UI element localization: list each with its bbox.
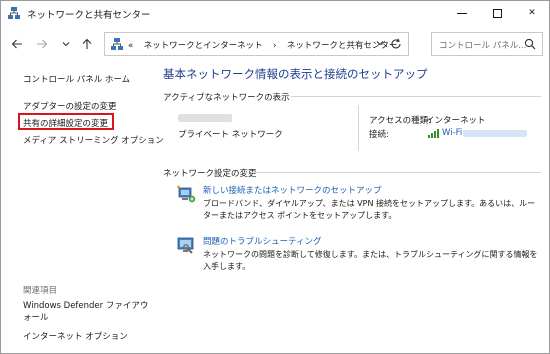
setup-new-connection-link[interactable]: 新しい接続またはネットワークのセットアップ	[203, 184, 382, 196]
minimize-button[interactable]	[445, 1, 479, 25]
section-divider	[251, 172, 541, 173]
title-bar: ネットワークと共有センター ✕	[1, 1, 549, 25]
change-adapter-settings-link[interactable]: アダプターの設定の変更	[23, 100, 117, 112]
breadcrumb-overflow[interactable]: «	[128, 41, 133, 51]
wifi-signal-icon	[428, 129, 439, 138]
network-app-icon	[8, 7, 20, 19]
close-icon: ✕	[528, 8, 536, 18]
navigation-bar: « ネットワークとインターネット › ネットワークと共有センター コントロール …	[1, 27, 549, 61]
troubleshoot-problems-link[interactable]: 問題のトラブルシューティング	[203, 235, 322, 247]
breadcrumb-separator[interactable]: ›	[273, 41, 276, 51]
network-type: プライベート ネットワーク	[178, 130, 283, 140]
network-folder-icon	[111, 38, 123, 50]
back-button[interactable]	[9, 36, 25, 52]
breadcrumb-network-internet[interactable]: ネットワークとインターネット	[144, 41, 263, 51]
highlight-box	[18, 113, 114, 130]
address-bar[interactable]: « ネットワークとインターネット › ネットワークと共有センター	[104, 32, 409, 56]
search-box[interactable]: コントロール パネル...	[431, 32, 543, 56]
vertical-divider	[358, 105, 359, 151]
network-setup-icon	[177, 185, 196, 203]
access-type-value: インターネット	[426, 116, 486, 126]
control-panel-home-link[interactable]: コントロール パネル ホーム	[23, 73, 130, 85]
address-dropdown-icon[interactable]	[376, 39, 384, 47]
close-button[interactable]: ✕	[515, 1, 549, 25]
window-title: ネットワークと共有センター	[27, 10, 151, 21]
up-arrow-icon	[82, 38, 92, 49]
connection-label: 接続:	[369, 130, 389, 140]
forward-button[interactable]	[34, 36, 50, 52]
minimize-icon	[457, 12, 467, 14]
media-streaming-options-link[interactable]: メディア ストリーミング オプション	[23, 134, 164, 146]
connection-link[interactable]: Wi-Fi	[442, 128, 462, 138]
related-heading: 関連項目	[23, 286, 58, 296]
maximize-icon	[492, 8, 502, 18]
ssid-redacted	[463, 130, 527, 137]
active-networks-heading: アクティブなネットワークの表示	[163, 93, 290, 103]
troubleshoot-icon	[177, 237, 194, 254]
section-divider	[291, 96, 541, 97]
search-icon	[524, 38, 536, 50]
search-placeholder: コントロール パネル...	[439, 41, 527, 51]
breadcrumb: « ネットワークとインターネット › ネットワークと共有センター	[128, 39, 397, 51]
refresh-icon[interactable]	[390, 38, 402, 50]
troubleshoot-problems-description: ネットワークの問題を診断して修復します。または、トラブルシューティングに関する情…	[203, 250, 538, 271]
network-sharing-center-window: ネットワークと共有センター ✕ « ネットワークとインターネット › ネットワー…	[0, 0, 550, 354]
setup-new-connection-description: ブロードバンド、ダイヤルアップ、または VPN 接続をセットアップします。あるい…	[203, 199, 536, 220]
network-name-redacted	[178, 114, 232, 122]
up-button[interactable]	[79, 36, 95, 52]
change-settings-heading: ネットワーク設定の変更	[163, 169, 257, 179]
recent-locations-button[interactable]	[58, 36, 74, 52]
back-arrow-icon	[11, 39, 22, 49]
forward-arrow-icon	[37, 39, 48, 49]
internet-options-link[interactable]: インターネット オプション	[23, 330, 128, 342]
chevron-down-icon	[62, 42, 70, 47]
page-title: 基本ネットワーク情報の表示と接続のセットアップ	[163, 67, 428, 81]
windows-defender-firewall-link[interactable]: Windows Defender ファイアウォール	[23, 300, 153, 324]
access-type-label: アクセスの種類:	[369, 116, 431, 126]
maximize-button[interactable]	[480, 1, 514, 25]
